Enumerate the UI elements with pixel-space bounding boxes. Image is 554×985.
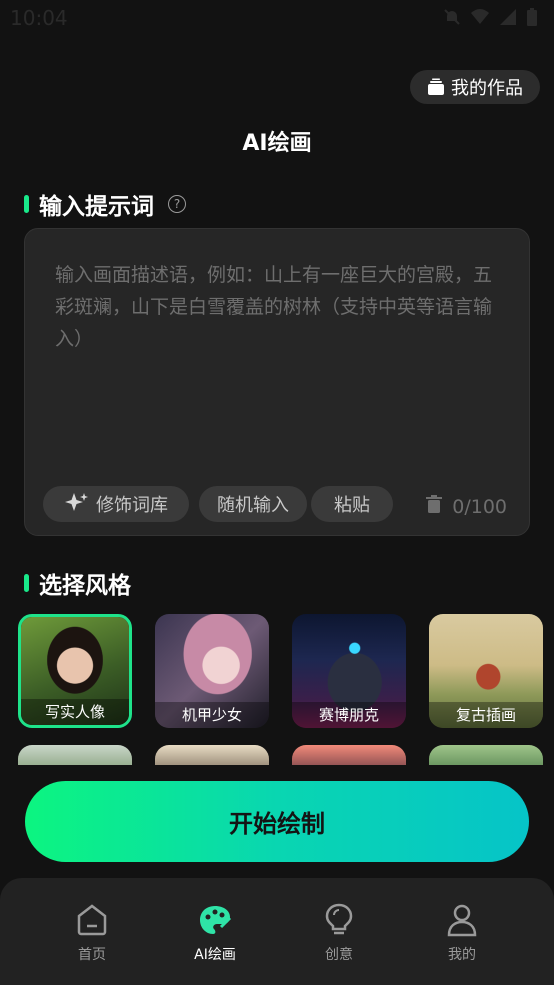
- style-label: 写实人像: [21, 699, 129, 725]
- style-card-partial[interactable]: [18, 745, 132, 765]
- page-title: AI绘画: [242, 131, 312, 156]
- accent-bar: [24, 574, 29, 592]
- paste-label: 粘贴: [334, 495, 370, 516]
- prompt-section-header: 输入提示词 ?: [24, 187, 186, 221]
- home-icon: [74, 902, 110, 938]
- counter-text: 0/100: [452, 496, 507, 518]
- wifi-icon: [470, 7, 490, 27]
- help-icon[interactable]: ?: [168, 195, 186, 213]
- style-section-header: 选择风格: [24, 566, 131, 600]
- ai-drawing-screen: 10:04 我的作品 AI绘画 输入提示词 ? 输入画面描述语，例如：山上有一座…: [0, 0, 554, 985]
- accent-bar: [24, 195, 29, 213]
- style-card-realistic-portrait[interactable]: 写实人像: [18, 614, 132, 728]
- style-card-retro-illustration[interactable]: 复古插画: [429, 614, 543, 728]
- prompt-input[interactable]: [55, 259, 503, 459]
- embellish-library-button[interactable]: 修饰词库: [43, 486, 189, 522]
- paste-button[interactable]: 粘贴: [311, 486, 393, 522]
- bottom-nav: 首页 AI绘画 创意 我的: [0, 878, 554, 985]
- sparkle-icon: [64, 491, 90, 518]
- status-bar: 10:04: [0, 0, 554, 38]
- my-works-button[interactable]: 我的作品: [410, 70, 540, 104]
- palette-icon: [197, 902, 233, 938]
- my-works-label: 我的作品: [451, 78, 523, 99]
- style-card-partial[interactable]: [292, 745, 406, 765]
- style-card-partial[interactable]: [155, 745, 269, 765]
- style-section-title: 选择风格: [39, 573, 131, 599]
- style-label: 机甲少女: [155, 702, 269, 728]
- user-icon: [444, 902, 480, 938]
- start-drawing-button[interactable]: 开始绘制: [25, 781, 529, 862]
- style-label: 复古插画: [429, 702, 543, 728]
- battery-icon: [526, 7, 546, 27]
- style-card-cyberpunk[interactable]: 赛博朋克: [292, 614, 406, 728]
- random-label: 随机输入: [217, 495, 289, 516]
- lightbulb-icon: [321, 902, 357, 938]
- status-time: 10:04: [10, 6, 68, 30]
- style-list-row-2: [18, 745, 554, 765]
- signal-icon: [498, 7, 518, 27]
- embellish-label: 修饰词库: [96, 495, 168, 516]
- nav-label: 我的: [448, 947, 476, 963]
- nav-item-creative[interactable]: 创意: [289, 902, 389, 964]
- trash-icon[interactable]: [426, 495, 443, 519]
- char-counter: 0/100: [426, 495, 507, 519]
- nav-item-home[interactable]: 首页: [42, 902, 142, 964]
- random-input-button[interactable]: 随机输入: [199, 486, 307, 522]
- style-card-partial[interactable]: [429, 745, 543, 765]
- nav-label: AI绘画: [194, 947, 236, 963]
- nav-item-mine[interactable]: 我的: [412, 902, 512, 964]
- style-label: 赛博朋克: [292, 702, 406, 728]
- nav-label: 创意: [325, 947, 353, 963]
- nav-label: 首页: [78, 947, 106, 963]
- folder-icon: [427, 78, 445, 96]
- prompt-section-title: 输入提示词: [39, 194, 154, 220]
- mute-icon: [442, 7, 462, 27]
- style-list: 写实人像 机甲少女 赛博朋克 复古插画: [18, 614, 554, 728]
- status-icons: [442, 7, 546, 27]
- nav-item-ai-drawing[interactable]: AI绘画: [165, 902, 265, 964]
- prompt-box: 修饰词库 随机输入 粘贴 0/100: [24, 228, 530, 536]
- style-card-mecha-girl[interactable]: 机甲少女: [155, 614, 269, 728]
